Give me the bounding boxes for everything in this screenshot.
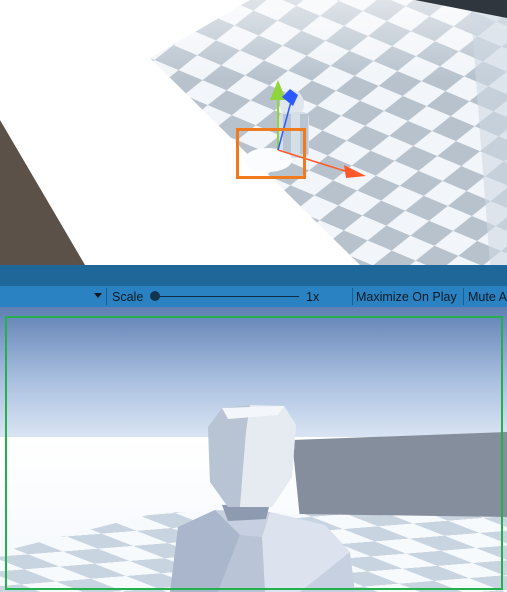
display-dropdown[interactable] (0, 286, 106, 307)
chevron-down-icon (94, 293, 102, 298)
maximize-on-play-button[interactable]: Maximize On Play (356, 286, 457, 307)
scale-slider[interactable] (155, 296, 299, 297)
toolbar-separator (106, 288, 107, 305)
scale-value: 1x (306, 289, 320, 304)
scene-view[interactable] (0, 0, 507, 265)
selection-highlight (236, 128, 306, 179)
toolbar-separator (352, 288, 353, 305)
game-view[interactable] (0, 307, 507, 592)
scale-slider-handle[interactable] (150, 291, 160, 301)
camera-frame-highlight (5, 316, 503, 590)
toolbar-separator (463, 288, 464, 305)
mute-audio-button[interactable]: Mute A (468, 286, 507, 307)
scale-label: Scale (112, 289, 144, 304)
game-view-toolbar: Scale 1x Maximize On Play Mute A (0, 286, 507, 308)
panel-divider[interactable] (0, 265, 507, 286)
